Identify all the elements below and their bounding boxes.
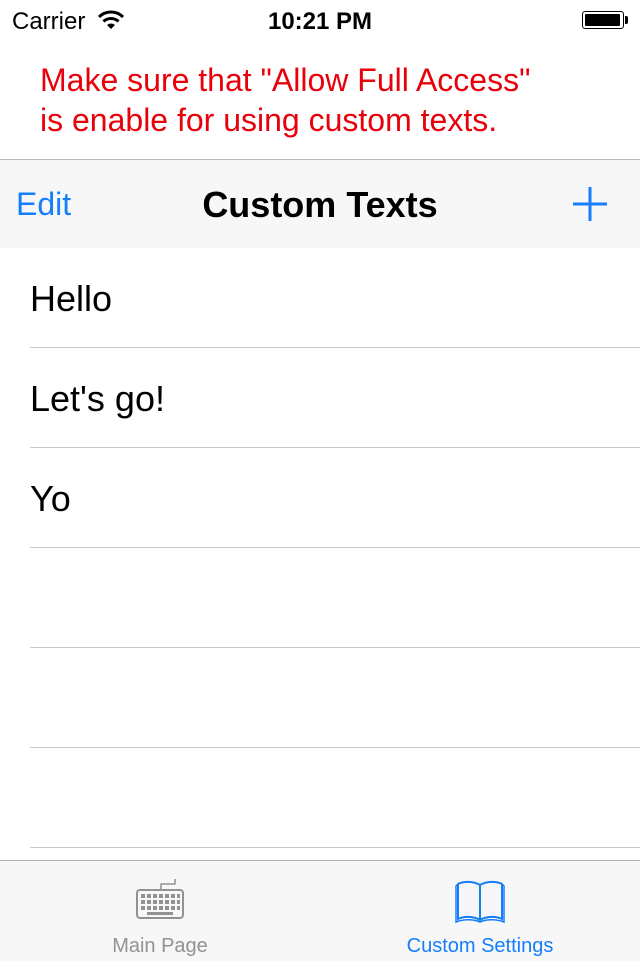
book-icon <box>455 875 505 925</box>
warning-line-2: is enable for using custom texts. <box>40 102 498 138</box>
add-button[interactable] <box>570 184 610 224</box>
empty-list-row <box>30 748 640 848</box>
list-item-label: Hello <box>30 278 113 319</box>
plus-icon <box>573 187 607 221</box>
clock: 10:21 PM <box>267 8 373 35</box>
tab-bar: Main Page Custom Settings <box>0 860 640 961</box>
custom-text-list: Hello Let's go! Yo <box>0 248 640 860</box>
full-access-warning: Make sure that "Allow Full Access" is en… <box>40 60 620 140</box>
status-bar: Carrier 10:21 PM <box>0 0 640 40</box>
tab-label: Custom Settings <box>406 935 554 957</box>
tab-custom-settings[interactable]: Custom Settings <box>320 861 640 961</box>
empty-list-row <box>30 548 640 648</box>
keyboard-icon <box>135 875 185 925</box>
page-title: Custom Texts <box>202 184 438 225</box>
battery-icon <box>582 11 628 29</box>
list-item-label: Yo <box>30 478 71 519</box>
list-item-label: Let's go! <box>30 378 165 419</box>
tab-label: Main Page <box>112 935 208 957</box>
list-item[interactable]: Hello <box>30 248 640 348</box>
navigation-bar: Edit Custom Texts <box>0 159 640 248</box>
warning-line-1: Make sure that "Allow Full Access" <box>40 62 531 98</box>
empty-list-row <box>30 648 640 748</box>
tab-main-page[interactable]: Main Page <box>0 861 320 961</box>
list-item[interactable]: Let's go! <box>30 348 640 448</box>
list-item[interactable]: Yo <box>30 448 640 548</box>
